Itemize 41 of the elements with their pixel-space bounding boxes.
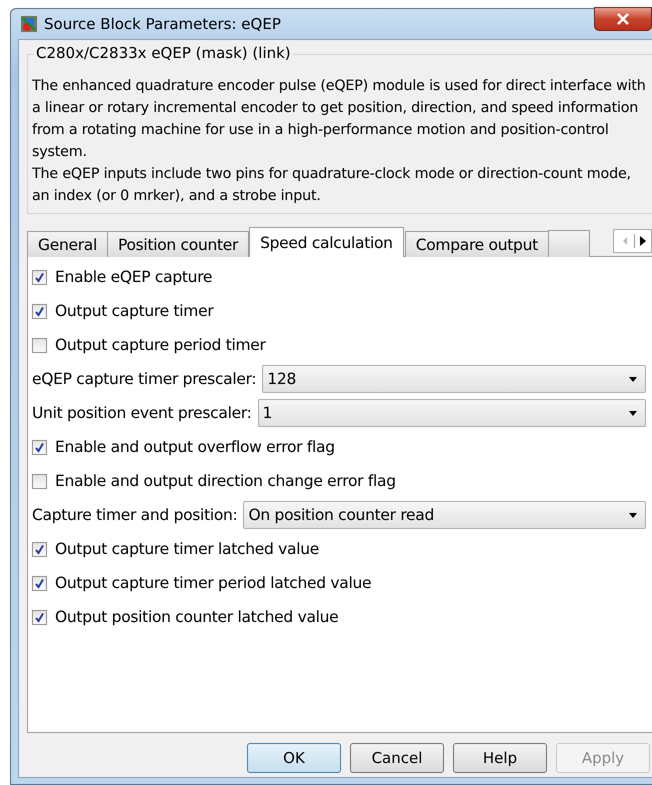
dropdown-arrow-icon [629,410,637,416]
dialog-button[interactable]: Help [453,743,547,773]
checkbox[interactable] [32,610,47,624]
tab[interactable]: Position counter [106,231,250,257]
field-label: eQEP capture timer prescaler: [32,370,256,388]
checkbox[interactable] [32,338,47,352]
dropdown[interactable]: On position counter read [243,501,646,529]
checkbox-label: Enable eQEP capture [55,268,212,286]
checkbox-label: Output position counter latched value [55,608,338,626]
checkbox-label: Output capture timer period latched value [55,574,372,592]
tab[interactable]: Compare output [404,231,549,257]
tab[interactable]: General [27,231,108,257]
window-title: Source Block Parameters: eQEP [44,15,281,33]
checkbox[interactable] [32,304,47,318]
checkbox[interactable] [32,474,47,488]
field-label: Unit position event prescaler: [32,404,252,422]
checkbox[interactable] [32,542,47,556]
checkbox[interactable] [32,440,47,454]
checkbox-label: Enable and output overflow error flag [55,438,335,456]
checkbox-label: Enable and output direction change error flag [55,472,396,490]
description-text: The enhanced quadrature encoder pulse (eQEP) module is used for direct interface with a linear or rotary incremental encoder to get position, direction, and speed information from a rotating machine for use in a high-performance motion and position-control system. [32,77,647,162]
field-label: Capture timer and position: [32,506,238,524]
dropdown[interactable]: 128 [262,365,646,393]
tab[interactable] [548,230,590,257]
close-icon [616,13,630,25]
dropdown-arrow-icon [629,376,637,382]
checkbox-label: Output capture period timer [55,336,266,354]
tab[interactable]: Speed calculation [249,227,404,257]
checkbox-label: Output capture timer latched value [55,540,320,558]
checkbox[interactable] [32,270,47,284]
dropdown-arrow-icon [629,512,637,518]
close-button[interactable] [594,7,652,31]
checkbox[interactable] [32,576,47,590]
dropdown[interactable]: 1 [258,399,646,427]
dialog-button[interactable]: OK [247,743,341,773]
tab-scroll-control[interactable] [613,229,652,253]
checkbox-label: Output capture timer [55,302,214,320]
group-title: C280x/C2833x eQEP (mask) (link) [34,44,293,62]
dialog-button[interactable]: Cancel [350,743,444,773]
block-icon [20,15,38,33]
description-text: The eQEP inputs include two pins for quadrature-clock mode or direction-count mode, an index (or 0 mrker), and a strobe input. [32,165,632,206]
